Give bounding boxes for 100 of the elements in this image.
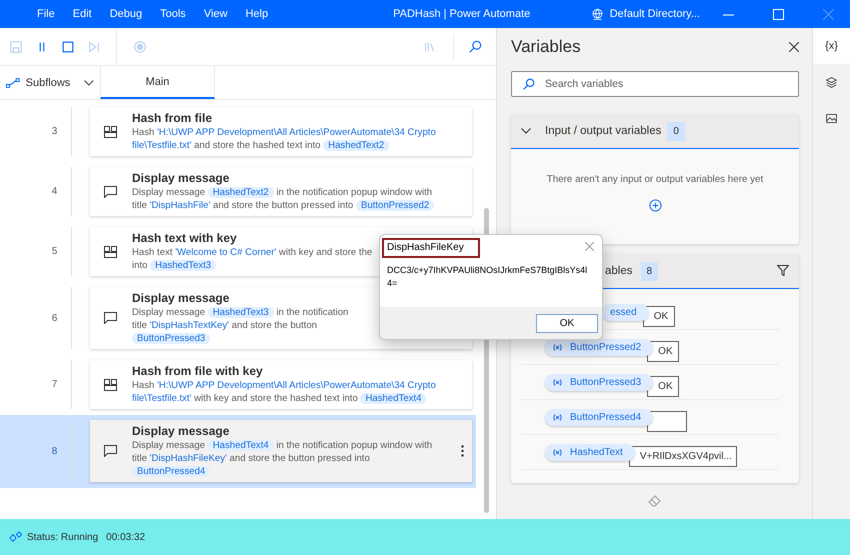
elapsed-time: 00:03:32	[106, 532, 146, 542]
link-text: 'DispHashTextKey'	[150, 320, 229, 331]
line-number: 7	[52, 379, 58, 390]
count-badge: 8	[640, 262, 658, 280]
variable-chip: HashedText3	[208, 307, 274, 318]
filter-icon[interactable]	[777, 265, 789, 277]
variable-chip: ButtonPressed3	[132, 333, 210, 344]
variable-chip[interactable]: ButtonPressed4	[545, 408, 654, 426]
variable-chip[interactable]: ButtonPressed2	[545, 338, 654, 356]
panel-title: Variables	[511, 37, 581, 57]
variable-icon	[553, 448, 562, 456]
action-card[interactable]: Hash from file with key Hash 'H:\UWP APP Development\All Articles\PowerAutomate\34 Crypto file\Testfile.txt' with key and store the hashed text into HashedText4	[90, 360, 472, 409]
description-text: into	[132, 260, 148, 271]
variable-chip[interactable]: HashedText	[545, 444, 635, 460]
action-card[interactable]: Display message Display message HashedText4 in the notification popup window with title 'DispHashFileKey' and store the button pressed into ButtonPressed4	[90, 420, 472, 482]
variable-chip: HashedText4	[360, 393, 426, 404]
maximize-icon	[772, 8, 784, 20]
link-text: 'Welcome to C# Corner'	[175, 247, 276, 258]
save-icon	[9, 40, 23, 54]
line-number: 6	[52, 312, 58, 324]
speech-bubble-icon	[104, 186, 117, 198]
grid-icon	[104, 378, 117, 390]
tab[interactable]: Main	[100, 66, 215, 99]
variable-name: essed	[610, 306, 637, 318]
action-title: Hash from file	[132, 111, 214, 125]
variable-chip: HashedText3	[150, 260, 216, 271]
description-text: and store the hashed text into	[193, 140, 322, 151]
description-text: and store the button pressed into	[228, 453, 370, 464]
image-icon	[825, 112, 838, 124]
speech-bubble-icon	[104, 445, 117, 457]
menu-item[interactable]: Debug	[100, 8, 152, 20]
action-title: Hash from file with key	[132, 364, 264, 378]
menu-item[interactable]: Tools	[151, 8, 195, 20]
ok-button[interactable]: OK	[536, 314, 598, 332]
link-text: file\Testfile.txt'	[132, 393, 192, 404]
link-text: 'DispHashFile'	[150, 200, 210, 211]
variable-value: V+RIlDxsXGV4pvil...	[628, 446, 737, 466]
stop-icon	[61, 40, 75, 54]
close-icon[interactable]	[789, 42, 799, 52]
search-field[interactable]: Search variables	[543, 77, 798, 91]
description-text: with key and store the	[278, 247, 372, 258]
search-icon	[468, 40, 482, 54]
menu-item[interactable]: View	[194, 8, 236, 20]
variable-icon	[553, 414, 562, 420]
link-text: file\Testfile.txt'	[132, 140, 192, 151]
description-text: Display message	[132, 187, 206, 198]
selected-step-row[interactable]: 8 Display message Display message HashedText4 in the notification popup window with title 'DispHashFileKey' and store the button pressed into ButtonPressed4	[0, 415, 476, 488]
section-title: ables	[605, 265, 632, 277]
subflows-icon	[6, 78, 20, 88]
account-name[interactable]: Default Directory...	[610, 8, 700, 20]
globe-icon	[590, 8, 604, 20]
description-text: in the notification popup window with	[275, 440, 432, 451]
variable-chip: ButtonPressed4	[132, 466, 210, 477]
grid-icon	[104, 246, 117, 258]
action-title: Display message	[132, 171, 230, 185]
variable-chip[interactable]: essed	[602, 304, 649, 320]
link-text: 'DispHashFileKey'	[150, 453, 227, 464]
description-text: in the notification popup window with	[275, 187, 432, 198]
chevron-down-icon	[84, 80, 94, 86]
action-title: Hash text with key	[132, 231, 238, 245]
link-text: 'H:\UWP APP Development\All Articles\PowerAutomate\34 Crypto	[157, 380, 436, 391]
variable-chip[interactable]: ButtonPressed3	[545, 374, 654, 390]
variable-name: ButtonPressed3	[570, 376, 642, 388]
description-text: title	[132, 453, 148, 464]
search-icon	[522, 78, 535, 90]
description-text: Hash	[132, 127, 156, 138]
side-tab[interactable]: {x}	[813, 28, 850, 64]
variable-name: HashedText	[570, 446, 623, 458]
variable-chip: ButtonPressed2	[356, 200, 434, 211]
grid-icon	[104, 126, 117, 138]
search-box[interactable]: Search variables	[511, 71, 799, 97]
menu-item[interactable]: Help	[236, 8, 278, 20]
variable-chip: HashedText2	[208, 187, 274, 198]
line-number: 3	[52, 126, 58, 137]
speech-bubble-icon	[104, 312, 117, 324]
record-icon	[133, 40, 147, 54]
empty-message: There aren't any input or output variables here yet	[546, 174, 764, 185]
line-number: 4	[52, 186, 58, 197]
action-card[interactable]: Hash from file Hash 'H:\UWP APP Development\All Articles\PowerAutomate\34 Crypto file\Testfile.txt' and store the hashed text into HashedText2	[90, 107, 472, 156]
line-number: 8	[52, 446, 58, 456]
action-card[interactable]: Display message Display message HashedText2 in the notification popup window with title 'DispHashFile' and store the button pressed into ButtonPressed2	[90, 167, 472, 216]
description-text: Display message	[132, 440, 206, 451]
chevron-icon[interactable]	[521, 128, 531, 134]
menu-item[interactable]: File	[28, 8, 64, 20]
link-text: 'H:\UWP APP Development\All Articles\PowerAutomate\34 Crypto	[157, 127, 436, 138]
variable-icon	[553, 344, 562, 350]
more-options-icon[interactable]	[461, 445, 464, 457]
variable-name: ButtonPressed4	[570, 412, 642, 422]
line-number: 5	[52, 246, 58, 257]
layers-icon	[825, 76, 838, 88]
description-text: Display message	[132, 307, 206, 318]
gears-icon	[9, 531, 23, 543]
description-text: and store the button	[230, 320, 318, 331]
count-badge: 0	[667, 122, 685, 140]
library-icon	[423, 40, 437, 54]
menu-item[interactable]: Edit	[64, 8, 101, 20]
description-text: Hash	[132, 380, 156, 391]
description-text: title	[132, 320, 148, 331]
add-icon[interactable]	[648, 199, 662, 212]
status-text: Status: Running	[27, 532, 98, 542]
